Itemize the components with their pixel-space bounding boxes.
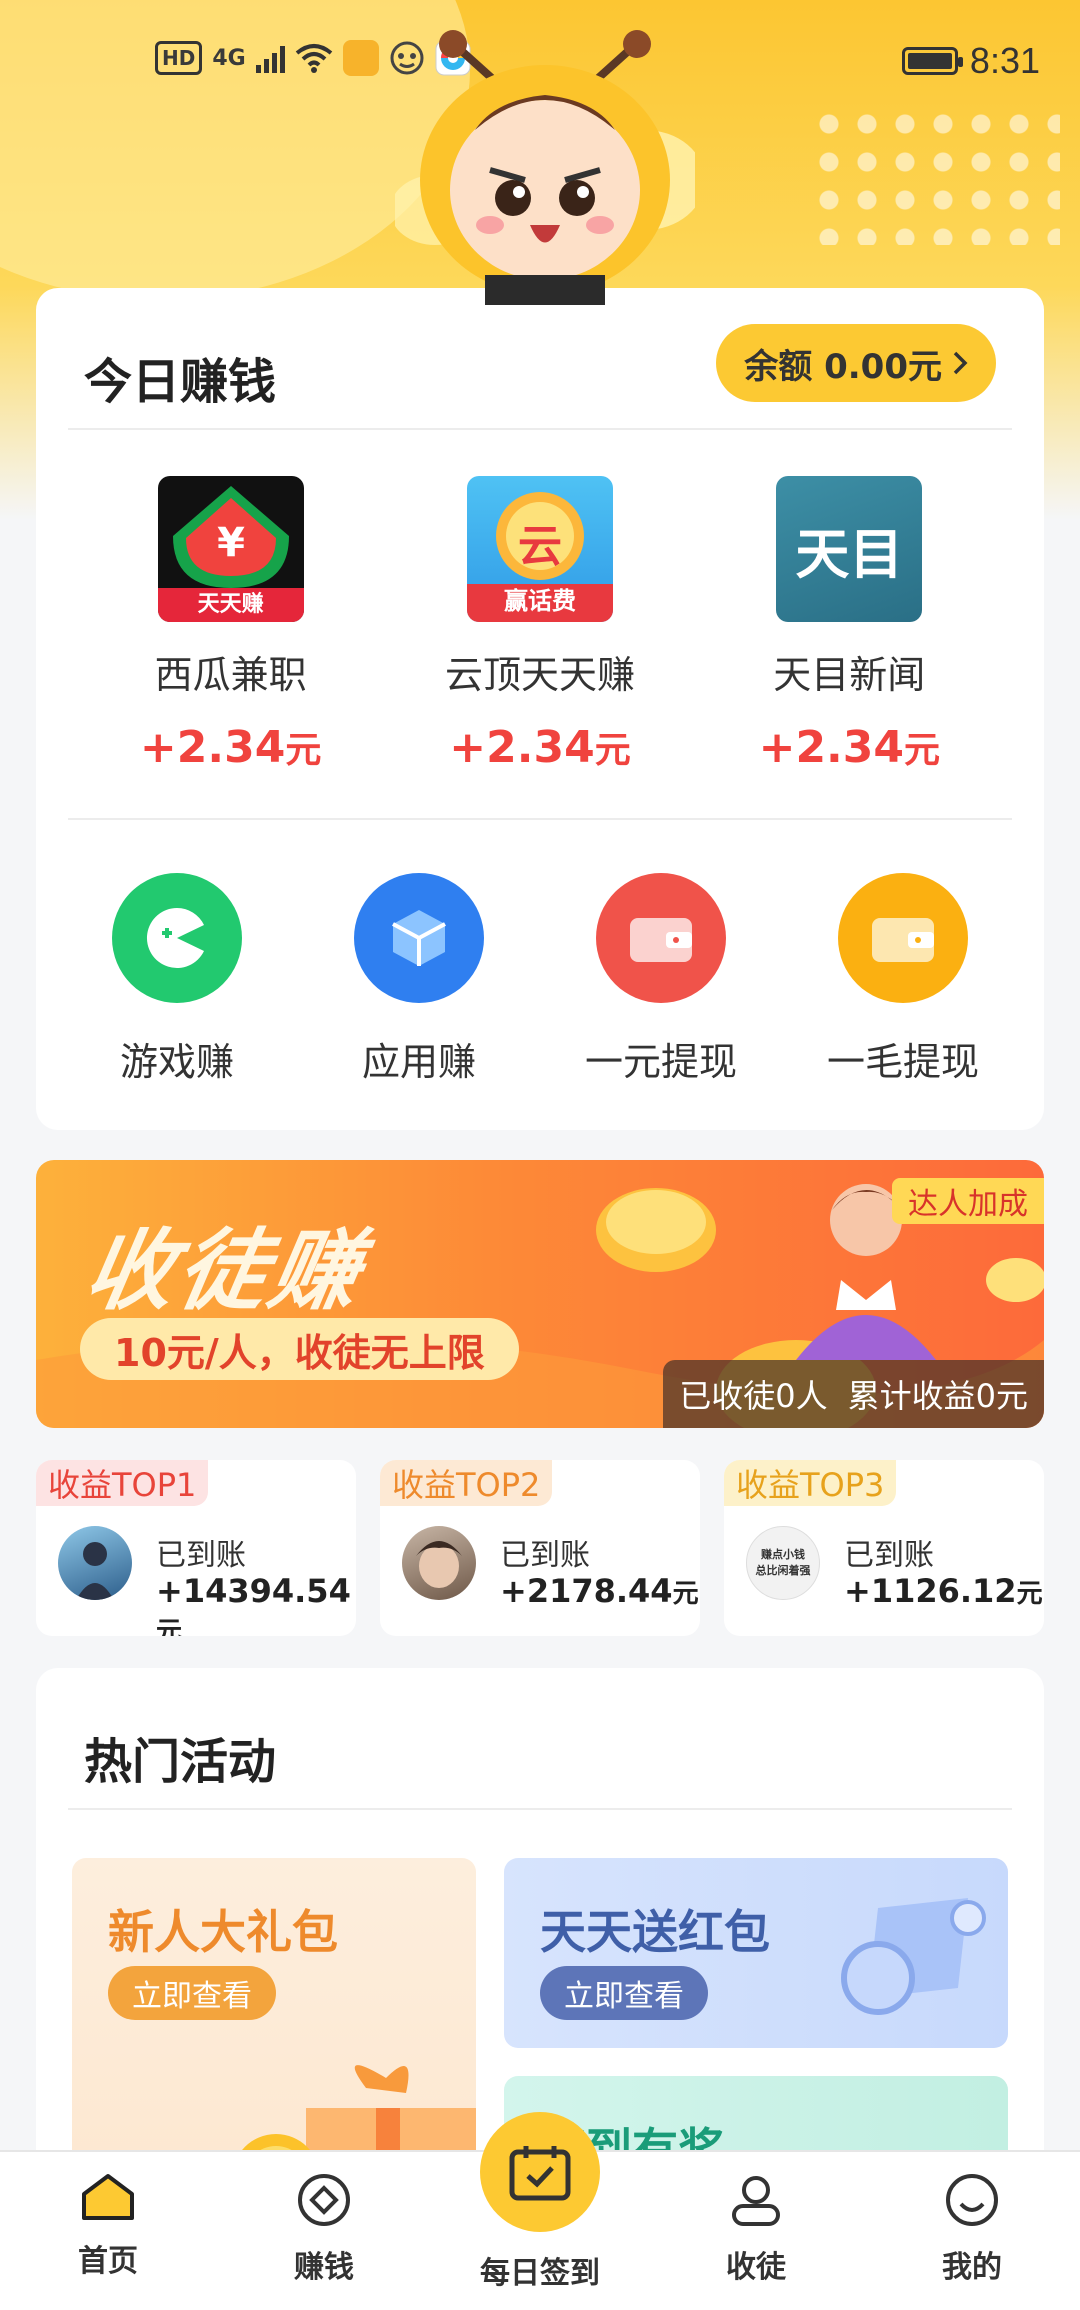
app-name: 云顶天天赚	[444, 653, 635, 697]
recruit-stats: 已收徒0人 累计收益0元	[663, 1360, 1044, 1428]
payout-amount: +1126.12元	[844, 1572, 1043, 1610]
banner-subtitle: 10元/人，收徒无上限	[80, 1318, 519, 1380]
bottom-nav: 首页 赚钱 每日签到 收徒 我的	[0, 2112, 1080, 2310]
app-icon-caption: 赢话费	[503, 587, 576, 615]
feature-label: 游戏赚	[119, 1040, 234, 1084]
calendar-check-icon	[509, 2146, 571, 2201]
nav-item-home[interactable]: 首页	[28, 2172, 188, 2280]
tianmu-app-icon: 天目	[776, 476, 923, 622]
app-item-xigua[interactable]: ¥ 天天赚 西瓜兼职 +2.34元	[101, 476, 361, 773]
activity-daily-redpacket[interactable]: 天天送红包 立即查看	[504, 1858, 1008, 2048]
top-earner-card[interactable]: 收益TOP2 已到账 +2178.44元	[380, 1460, 700, 1636]
payout-status: 已到账	[156, 1538, 246, 1573]
app-reward: +2.34元	[139, 722, 322, 773]
app-list: ¥ 天天赚 西瓜兼职 +2.34元 云 赢话费 云顶天天赚 +2.34元 天目 …	[36, 476, 1044, 773]
wallet-icon	[596, 873, 726, 1003]
view-button[interactable]: 立即查看	[540, 1966, 708, 2020]
avatar: 赚点小钱 总比闲着强	[746, 1526, 820, 1600]
home-icon	[82, 2174, 134, 2220]
clock: 8:31	[969, 40, 1040, 81]
divider	[68, 818, 1012, 820]
nav-label: 首页	[78, 2244, 138, 2279]
total-income: 累计收益0元	[847, 1377, 1028, 1415]
feature-label: 一元提现	[584, 1040, 737, 1084]
gamepad-icon	[112, 873, 242, 1003]
earn-today-card: 今日赚钱 余额 0.00元 ¥ 天天赚 西瓜兼职 +2.34元 云 赢话费 云顶…	[36, 288, 1044, 1130]
nav-label: 每日签到	[480, 2256, 600, 2291]
network-type: 4G	[212, 45, 246, 71]
nav-item-mine[interactable]: 我的	[892, 2172, 1052, 2286]
payout-amount: +2178.44元	[500, 1572, 699, 1610]
app-item-tianmu[interactable]: 天目 天目新闻 +2.34元	[719, 476, 979, 773]
rank-badge: 收益TOP1	[36, 1460, 209, 1506]
notification-app-icon	[342, 40, 379, 76]
feature-one-yuan-withdraw[interactable]: 一元提现	[556, 873, 766, 1086]
feature-game-earn[interactable]: 游戏赚	[72, 873, 282, 1086]
hd-icon: HD	[155, 41, 203, 75]
payout-status: 已到账	[844, 1538, 934, 1573]
activity-title: 新人大礼包	[108, 1905, 338, 1959]
nav-label: 我的	[942, 2250, 1002, 2285]
wifi-icon	[295, 44, 332, 73]
nav-label: 收徒	[726, 2250, 786, 2285]
app-reward: +2.34元	[758, 722, 941, 773]
avatar	[402, 1526, 476, 1600]
app-name: 西瓜兼职	[154, 653, 307, 697]
bee-mascot-icon	[395, 30, 695, 305]
smile-icon	[946, 2174, 998, 2226]
recruit-banner[interactable]: 收徒赚 10元/人，收徒无上限 达人加成 已收徒0人 累计收益0元	[36, 1160, 1044, 1428]
rank-badge: 收益TOP3	[724, 1460, 897, 1506]
app-item-yunding[interactable]: 云 赢话费 云顶天天赚 +2.34元	[410, 476, 670, 773]
feature-ten-cent-withdraw[interactable]: 一毛提现	[798, 873, 1008, 1086]
feature-label: 一毛提现	[826, 1040, 979, 1084]
payout-amount: +14394.54元	[156, 1572, 351, 1636]
yunding-app-icon: 云 赢话费	[466, 476, 613, 622]
nav-item-recruit[interactable]: 收徒	[676, 2172, 836, 2286]
svg-text:¥: ¥	[217, 520, 245, 566]
divider	[68, 1808, 1012, 1810]
diamond-icon	[298, 2174, 350, 2226]
payout-status: 已到账	[500, 1538, 590, 1573]
top-earner-card[interactable]: 收益TOP3 赚点小钱 总比闲着强 已到账 +1126.12元	[724, 1460, 1044, 1636]
app-icon-char: 云	[517, 521, 562, 572]
hot-activities-title: 热门活动	[84, 1734, 277, 1790]
chevron-right-icon	[953, 351, 968, 375]
avatar	[58, 1526, 132, 1600]
red-packet-icon	[841, 1898, 986, 2015]
cube-icon	[354, 873, 484, 1003]
app-icon-caption: 天目	[795, 522, 904, 586]
balance-label: 余额 0.00元	[744, 346, 942, 387]
balance-button[interactable]: 余额 0.00元	[716, 324, 996, 402]
nav-item-earn[interactable]: 赚钱	[244, 2172, 404, 2286]
person-icon	[732, 2176, 780, 2226]
feature-label: 应用赚	[361, 1040, 476, 1084]
app-icon-caption: 天天赚	[197, 592, 264, 617]
feature-list: 游戏赚 应用赚 一元提现 一毛提现	[36, 873, 1044, 1086]
view-button[interactable]: 立即查看	[108, 1966, 276, 2020]
app-reward: +2.34元	[449, 722, 631, 773]
wallet-icon	[838, 873, 968, 1003]
watermelon-app-icon: ¥ 天天赚	[157, 476, 304, 622]
top-earner-card[interactable]: 收益TOP1 已到账 +14394.54元	[36, 1460, 356, 1636]
activity-title: 天天送红包	[540, 1905, 770, 1959]
app-name: 天目新闻	[773, 653, 926, 697]
earn-today-title: 今日赚钱	[84, 354, 277, 410]
recruited-count: 已收徒0人	[679, 1377, 828, 1415]
daily-checkin-button[interactable]	[480, 2112, 600, 2232]
signal-icon	[255, 43, 285, 73]
feature-app-earn[interactable]: 应用赚	[314, 873, 524, 1086]
banner-title: 收徒赚	[77, 1219, 372, 1322]
rank-badge: 收益TOP2	[380, 1460, 553, 1506]
banner-tag: 达人加成	[892, 1178, 1044, 1224]
divider	[68, 428, 1012, 430]
nav-label: 赚钱	[294, 2250, 354, 2285]
battery-icon	[901, 47, 963, 75]
dot-pattern	[810, 105, 1060, 245]
